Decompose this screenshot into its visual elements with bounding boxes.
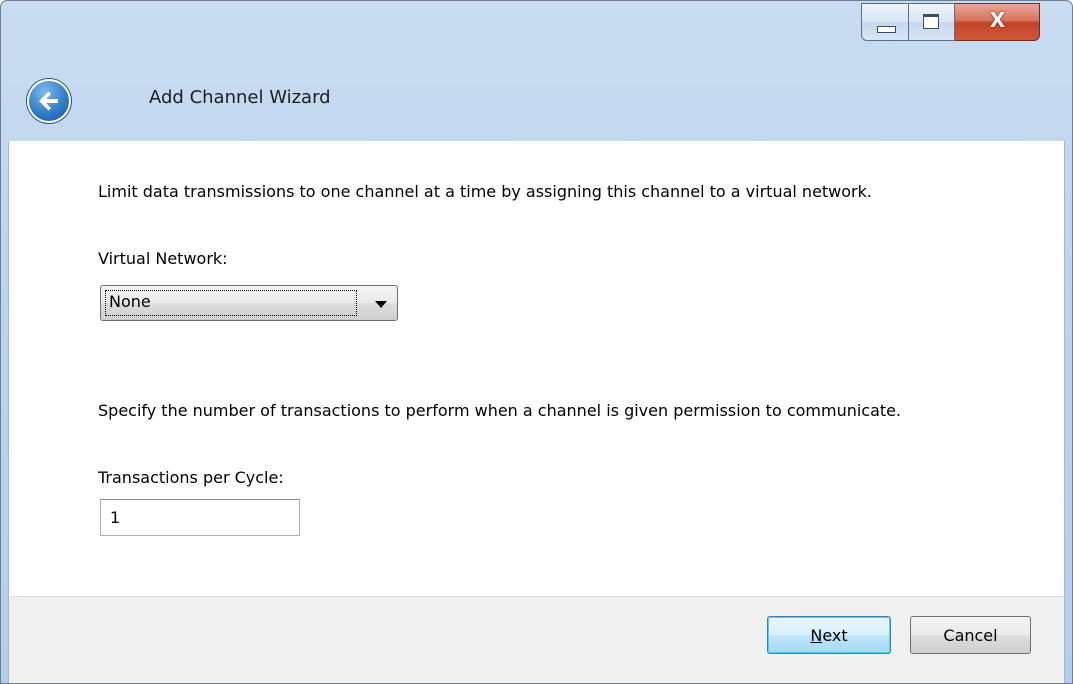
virtual-network-label: Virtual Network: — [98, 249, 228, 268]
chevron-down-icon — [375, 301, 387, 308]
virtual-network-description: Limit data transmissions to one channel … — [98, 182, 872, 201]
cancel-button[interactable]: Cancel — [910, 616, 1031, 654]
wizard-content: Limit data transmissions to one channel … — [8, 141, 1065, 596]
next-mnemonic: N — [810, 625, 823, 645]
back-button[interactable] — [27, 79, 71, 123]
minimize-icon — [877, 26, 896, 33]
minimize-button[interactable] — [861, 3, 909, 41]
virtual-network-selected: None — [109, 292, 151, 311]
window-controls: X — [861, 3, 1040, 43]
next-label: ext — [822, 625, 848, 645]
transactions-per-cycle-input[interactable] — [100, 499, 300, 536]
button-bar: Next Cancel — [8, 596, 1065, 683]
next-button[interactable]: Next — [767, 616, 891, 654]
maximize-button[interactable] — [909, 3, 955, 41]
wizard-window: X Add Channel Wizard Limit data transmis… — [0, 0, 1073, 684]
close-icon: X — [989, 8, 1006, 32]
maximize-icon — [923, 14, 939, 29]
transactions-description: Specify the number of transactions to pe… — [98, 401, 902, 420]
wizard-title: Add Channel Wizard — [149, 87, 331, 108]
back-arrow-icon — [39, 91, 58, 111]
transactions-label: Transactions per Cycle: — [98, 468, 284, 487]
title-bar[interactable]: X Add Channel Wizard — [1, 1, 1072, 141]
close-button[interactable]: X — [955, 3, 1040, 41]
virtual-network-dropdown[interactable]: None — [100, 285, 398, 321]
